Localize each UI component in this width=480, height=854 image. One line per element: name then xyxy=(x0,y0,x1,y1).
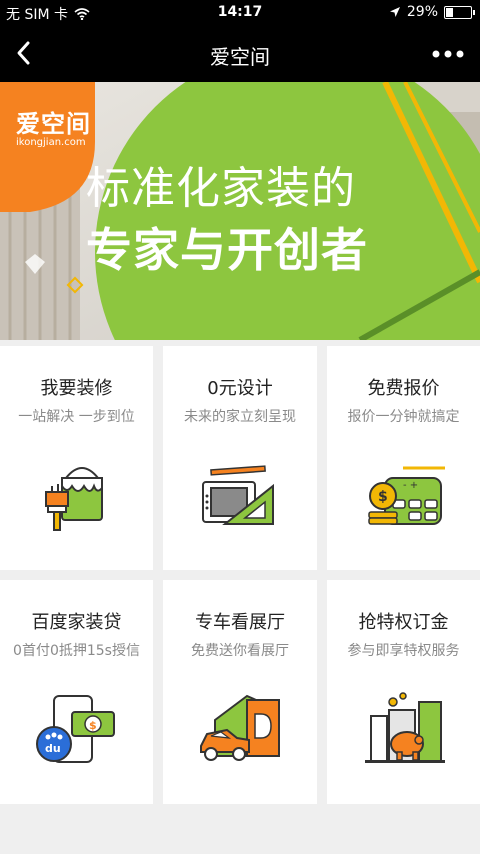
banner-logo-text: 爱空间 xyxy=(16,110,91,138)
location-arrow-icon xyxy=(389,7,400,17)
baidu-loan-icon: $ du xyxy=(35,695,115,763)
banner-headline-2: 专家与开创者 xyxy=(86,223,368,277)
card-title: 我要装修 xyxy=(40,378,113,399)
svg-text:du: du xyxy=(45,742,61,755)
svg-text:- +: - + xyxy=(403,480,418,491)
page-title: 爱空间 xyxy=(210,45,270,69)
card-title: 0元设计 xyxy=(207,378,273,399)
card-subtitle: 免费送你看展厅 xyxy=(191,643,289,659)
card-subtitle: 报价一分钟就搞定 xyxy=(347,409,460,425)
card-subtitle: 未来的家立刻呈现 xyxy=(184,409,296,425)
card-renovation[interactable]: 我要装修 一站解决 一步到位 xyxy=(0,346,153,570)
card-free-quote[interactable]: 免费报价 报价一分钟就搞定 - + $ xyxy=(327,346,480,570)
status-bar: 无 SIM 卡 14:17 29% xyxy=(0,0,480,26)
battery-percent: 29% xyxy=(406,4,438,20)
promo-banner[interactable]: 爱空间 ikongjian.com 标准化家装的 专家与开创者 xyxy=(0,82,480,340)
more-icon[interactable] xyxy=(428,42,468,66)
svg-text:$: $ xyxy=(89,719,97,732)
design-tools-icon xyxy=(202,465,274,525)
card-title: 免费报价 xyxy=(367,378,440,399)
calculator-coin-icon: - + $ xyxy=(367,466,445,525)
status-right: 29% xyxy=(389,4,475,20)
banner-logo: 爱空间 ikongjian.com xyxy=(16,104,91,148)
card-baidu-loan[interactable]: 百度家装贷 0首付0抵押15s授信 $ du xyxy=(0,580,153,804)
card-subtitle: 一站解决 一步到位 xyxy=(18,409,135,425)
banner-headline-1: 标准化家装的 xyxy=(86,163,356,214)
paint-bucket-icon xyxy=(44,467,103,531)
card-showroom-car[interactable]: 专车看展厅 免费送你看展厅 xyxy=(163,580,317,804)
card-subtitle: 0首付0抵押15s授信 xyxy=(13,643,140,659)
car-showroom-icon xyxy=(200,694,280,761)
piggy-bank-icon xyxy=(364,692,445,763)
card-title: 百度家装贷 xyxy=(31,612,122,633)
card-free-design[interactable]: 0元设计 未来的家立刻呈现 xyxy=(163,346,317,570)
card-title: 抢特权订金 xyxy=(358,612,449,633)
nav-bar: 爱空间 xyxy=(0,26,480,82)
svg-text:$: $ xyxy=(378,489,388,505)
card-subtitle: 参与即享特权服务 xyxy=(347,643,460,659)
card-privilege-deposit[interactable]: 抢特权订金 参与即享特权服务 xyxy=(327,580,480,804)
card-title: 专车看展厅 xyxy=(195,612,285,633)
banner-logo-domain: ikongjian.com xyxy=(16,137,86,148)
battery-icon xyxy=(444,5,475,19)
